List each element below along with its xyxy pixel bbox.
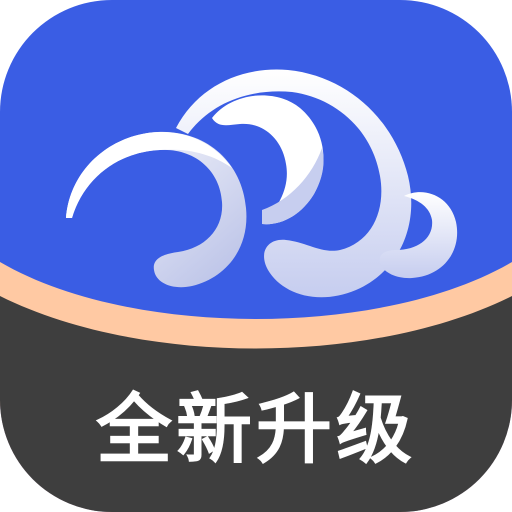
- app-icon[interactable]: 全新升级: [0, 0, 512, 512]
- upgrade-banner-text: 全新升级: [96, 385, 416, 474]
